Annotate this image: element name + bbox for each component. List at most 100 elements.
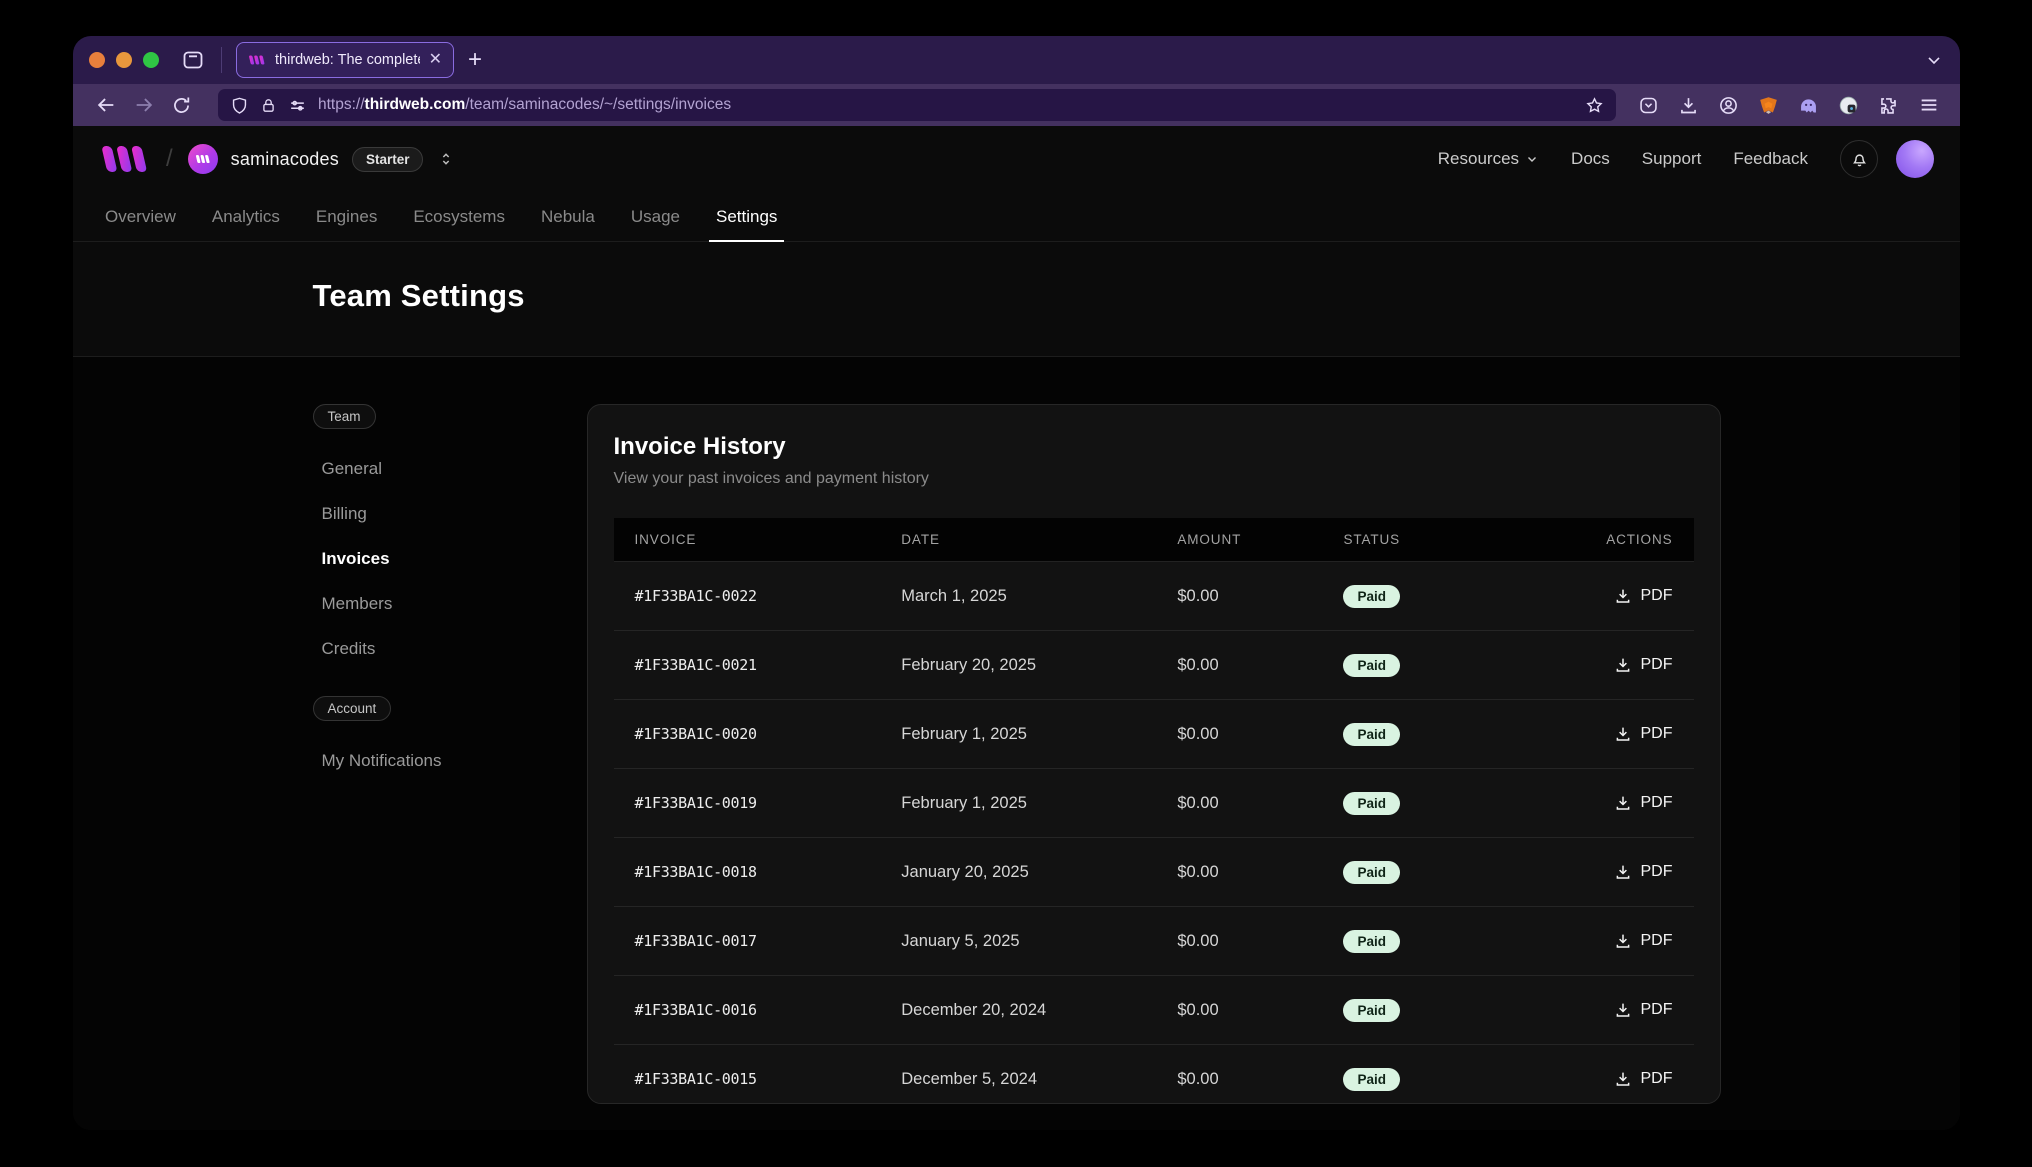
status-badge: Paid [1343,930,1400,953]
url-bar[interactable]: https://thirdweb.com/team/saminacodes/~/… [218,89,1616,121]
invoice-history-subtitle: View your past invoices and payment hist… [614,470,1694,488]
sidebar-item-general[interactable]: General [322,459,382,479]
url-path: /team/saminacodes/~/settings/invoices [465,96,731,113]
close-window-button[interactable] [89,52,105,68]
downloads-icon[interactable] [1678,95,1699,116]
toolbar-extensions [1632,94,1946,116]
tab-title: thirdweb: The complete web3 d [275,52,420,68]
site-header: / saminacodes Starter Resources Docs Sup… [73,126,1960,192]
wallet-extension-icon[interactable] [1838,95,1859,116]
tab-overview[interactable]: Overview [105,192,176,241]
new-tab-button[interactable]: + [468,46,482,74]
sidebar-item-members[interactable]: Members [322,594,393,614]
window-controls [89,52,159,68]
invoice-date: February 1, 2025 [901,794,1177,813]
minimize-window-button[interactable] [116,52,132,68]
firefox-view-icon[interactable] [181,48,205,72]
download-pdf-button[interactable]: PDF [1614,587,1673,605]
account-icon[interactable] [1718,95,1739,116]
status-badge: Paid [1343,999,1400,1022]
sidebar-group-team-badge: Team [313,404,376,429]
feedback-link[interactable]: Feedback [1733,149,1808,169]
invoice-id: #1F33BA1C-0021 [635,656,902,674]
column-actions: ACTIONS [1606,532,1672,547]
menu-hamburger-icon[interactable] [1918,94,1940,116]
permissions-icon[interactable] [288,96,307,115]
phantom-extension-icon[interactable] [1798,95,1819,116]
team-avatar[interactable] [188,144,218,174]
invoice-id: #1F33BA1C-0016 [635,1001,902,1019]
connection-lock-icon[interactable] [260,97,277,114]
download-pdf-button[interactable]: PDF [1614,725,1673,743]
download-icon [1614,1001,1632,1019]
download-pdf-button[interactable]: PDF [1614,863,1673,881]
header-links: Resources Docs Support Feedback [1438,140,1934,178]
team-switcher-chevrons-icon[interactable] [438,150,454,168]
column-invoice: INVOICE [635,532,902,547]
invoice-id: #1F33BA1C-0015 [635,1070,902,1088]
forward-button[interactable] [133,94,155,116]
download-pdf-button[interactable]: PDF [1614,794,1673,812]
bookmark-star-icon[interactable] [1585,96,1604,115]
tab-close-icon[interactable]: ✕ [429,52,442,68]
invoice-amount: $0.00 [1177,587,1343,606]
download-pdf-button[interactable]: PDF [1614,656,1673,674]
team-name[interactable]: saminacodes [231,149,339,170]
browser-tab-thirdweb[interactable]: thirdweb: The complete web3 d ✕ [236,42,454,78]
invoice-date: December 5, 2024 [901,1070,1177,1089]
docs-link[interactable]: Docs [1571,149,1610,169]
thirdweb-logo[interactable] [99,144,151,174]
invoice-date: January 20, 2025 [901,863,1177,882]
invoice-table-row: #1F33BA1C-0022 March 1, 2025 $0.00 Paid … [614,562,1694,631]
list-all-tabs-chevron-icon[interactable] [1924,50,1944,70]
settings-sidebar: Team General Billing Invoices Members Cr… [313,404,547,796]
status-badge: Paid [1343,654,1400,677]
download-pdf-button[interactable]: PDF [1614,1070,1673,1088]
resources-menu[interactable]: Resources [1438,149,1539,169]
tracking-protection-shield-icon[interactable] [230,96,249,115]
status-badge: Paid [1343,792,1400,815]
column-amount: AMOUNT [1177,532,1343,547]
zoom-window-button[interactable] [143,52,159,68]
title-band: Team Settings [73,242,1960,357]
tab-separator [221,47,222,73]
download-icon [1614,656,1632,674]
invoice-table-row: #1F33BA1C-0020 February 1, 2025 $0.00 Pa… [614,700,1694,769]
bell-icon [1850,150,1869,169]
download-icon [1614,587,1632,605]
invoice-id: #1F33BA1C-0019 [635,794,902,812]
sidebar-item-credits[interactable]: Credits [322,639,376,659]
support-link[interactable]: Support [1642,149,1702,169]
back-button[interactable] [95,94,117,116]
invoice-id: #1F33BA1C-0017 [635,932,902,950]
invoice-date: February 1, 2025 [901,725,1177,744]
pocket-icon[interactable] [1638,95,1659,116]
invoice-amount: $0.00 [1177,932,1343,951]
invoice-date: March 1, 2025 [901,587,1177,606]
download-pdf-button[interactable]: PDF [1614,932,1673,950]
page-title: Team Settings [313,278,1721,314]
sidebar-item-my-notifications[interactable]: My Notifications [322,751,442,771]
invoice-table-row: #1F33BA1C-0021 February 20, 2025 $0.00 P… [614,631,1694,700]
tab-engines[interactable]: Engines [316,192,377,241]
tab-nebula[interactable]: Nebula [541,192,595,241]
url-scheme: https:// [318,96,365,113]
extensions-puzzle-icon[interactable] [1878,95,1899,116]
sidebar-item-billing[interactable]: Billing [322,504,367,524]
notifications-button[interactable] [1840,140,1878,178]
user-avatar[interactable] [1896,140,1934,178]
reload-button[interactable] [171,95,192,116]
tab-settings[interactable]: Settings [716,192,777,241]
metamask-extension-icon[interactable] [1758,95,1779,116]
tab-analytics[interactable]: Analytics [212,192,280,241]
download-icon [1614,863,1632,881]
tab-ecosystems[interactable]: Ecosystems [413,192,505,241]
download-icon [1614,932,1632,950]
invoice-history-card: Invoice History View your past invoices … [587,404,1721,1104]
column-status: STATUS [1343,532,1501,547]
sidebar-item-invoices[interactable]: Invoices [322,549,390,569]
invoice-amount: $0.00 [1177,1070,1343,1089]
url-text: https://thirdweb.com/team/saminacodes/~/… [318,96,1574,114]
download-pdf-button[interactable]: PDF [1614,1001,1673,1019]
tab-usage[interactable]: Usage [631,192,680,241]
